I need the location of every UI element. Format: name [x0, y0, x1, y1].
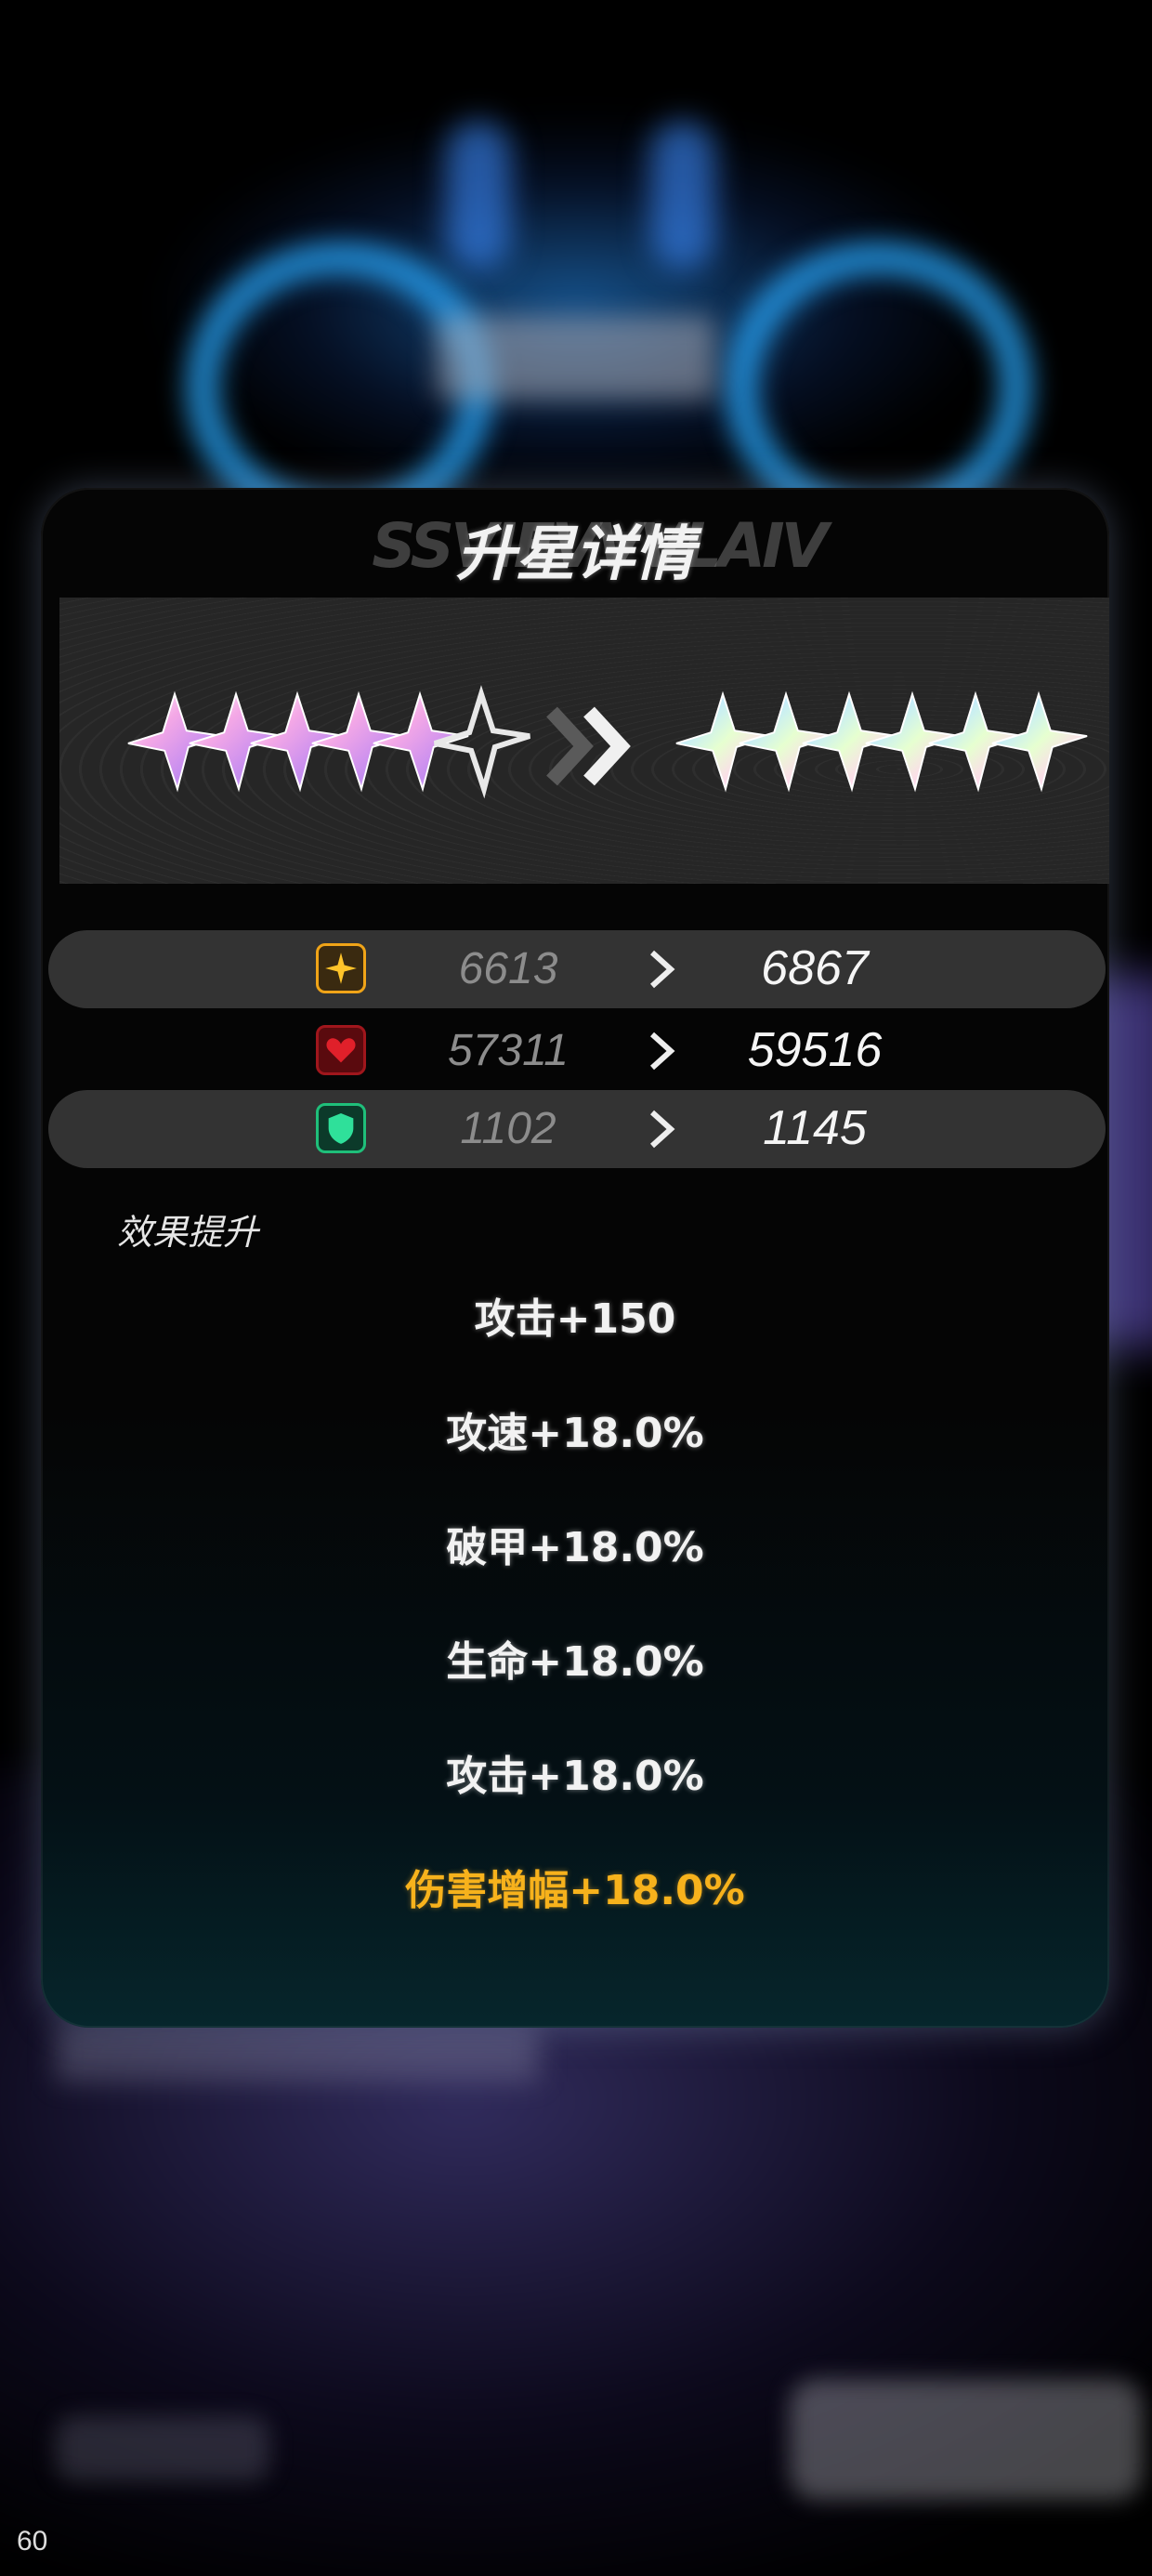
stat-old-value: 1102	[460, 1104, 556, 1153]
effects-heading: 效果提升	[117, 1214, 259, 1253]
background-bar	[56, 2026, 539, 2082]
effect-item: 攻击+18.0%	[446, 1753, 704, 1800]
next-star-rating	[673, 690, 1100, 793]
chevron-right-icon	[643, 1031, 680, 1071]
panel-title: 升星详情	[456, 520, 694, 589]
chevron-right-icon	[643, 949, 680, 990]
effect-item-highlight: 伤害增幅+18.0%	[405, 1867, 745, 1914]
star-comparison-strip	[59, 598, 1109, 884]
empty-star-icon	[431, 685, 533, 799]
stat-row-defense: 1102 1145	[48, 1090, 1106, 1168]
stat-row-attack: 6613 6867	[48, 930, 1106, 1008]
background-decoration	[446, 121, 511, 269]
double-chevron-right-icon	[543, 704, 645, 788]
effect-item: 攻速+18.0%	[446, 1410, 704, 1457]
stat-new-value: 1145	[763, 1101, 867, 1155]
background-button	[790, 2379, 1143, 2500]
stat-old-value: 6613	[458, 944, 558, 993]
health-icon	[316, 1025, 366, 1075]
background-banner	[437, 316, 715, 400]
filled-star-icon	[988, 690, 1091, 793]
stat-new-value: 59516	[747, 1023, 883, 1077]
chevron-right-icon	[643, 1109, 680, 1150]
attack-icon	[316, 943, 366, 993]
background-button	[56, 2416, 269, 2481]
star-up-details-panel: SSVIEVVVLAIV 升星详情 6613 6867 57311 59516	[41, 488, 1109, 2028]
fps-counter: 60	[17, 2526, 48, 2556]
effect-item: 破甲+18.0%	[446, 1524, 704, 1571]
stat-new-value: 6867	[761, 941, 869, 995]
effect-item: 生命+18.0%	[446, 1638, 704, 1686]
stat-row-health: 57311 59516	[48, 1012, 1106, 1090]
background-decoration	[650, 121, 715, 269]
effect-item: 攻击+150	[474, 1295, 676, 1343]
current-star-rating	[124, 685, 570, 799]
stat-old-value: 57311	[448, 1026, 569, 1075]
defense-icon	[316, 1103, 366, 1153]
